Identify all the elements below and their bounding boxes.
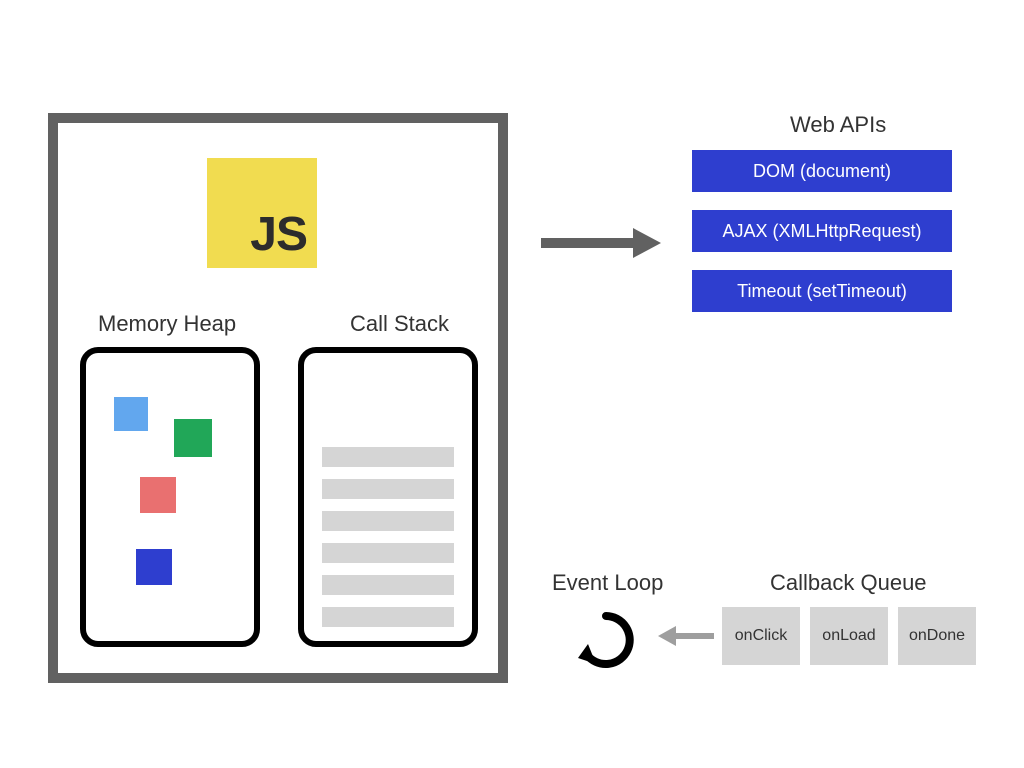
web-apis-title: Web APIs bbox=[790, 112, 886, 138]
queue-item-label: onLoad bbox=[822, 627, 875, 645]
stack-frame bbox=[322, 511, 454, 531]
api-box-label: AJAX (XMLHttpRequest) bbox=[722, 221, 921, 242]
api-box-label: DOM (document) bbox=[753, 161, 891, 182]
js-logo-text: JS bbox=[250, 207, 307, 262]
loop-icon bbox=[574, 608, 638, 677]
stack-frame bbox=[322, 607, 454, 627]
heap-block bbox=[136, 549, 172, 585]
api-box-timeout: Timeout (setTimeout) bbox=[692, 270, 952, 312]
queue-item: onDone bbox=[898, 607, 976, 665]
queue-item-label: onDone bbox=[909, 627, 965, 645]
memory-heap-panel bbox=[80, 347, 260, 647]
arrow-left-icon bbox=[658, 624, 714, 653]
call-stack-label: Call Stack bbox=[350, 311, 449, 337]
memory-heap-label: Memory Heap bbox=[98, 311, 236, 337]
api-box-ajax: AJAX (XMLHttpRequest) bbox=[692, 210, 952, 252]
stack-frame bbox=[322, 479, 454, 499]
api-box-dom: DOM (document) bbox=[692, 150, 952, 192]
api-box-label: Timeout (setTimeout) bbox=[737, 281, 907, 302]
event-loop-label: Event Loop bbox=[552, 570, 663, 596]
heap-block bbox=[140, 477, 176, 513]
arrow-right-icon bbox=[541, 228, 661, 263]
queue-item-label: onClick bbox=[735, 627, 787, 645]
stack-frame bbox=[322, 447, 454, 467]
stack-frame bbox=[322, 575, 454, 595]
heap-block bbox=[174, 419, 212, 457]
heap-block bbox=[114, 397, 148, 431]
stack-frame bbox=[322, 543, 454, 563]
call-stack-panel bbox=[298, 347, 478, 647]
js-logo: JS bbox=[207, 158, 317, 268]
queue-item: onLoad bbox=[810, 607, 888, 665]
callback-queue-title: Callback Queue bbox=[770, 570, 927, 596]
callback-queue-container: onClick onLoad onDone bbox=[722, 607, 976, 665]
queue-item: onClick bbox=[722, 607, 800, 665]
